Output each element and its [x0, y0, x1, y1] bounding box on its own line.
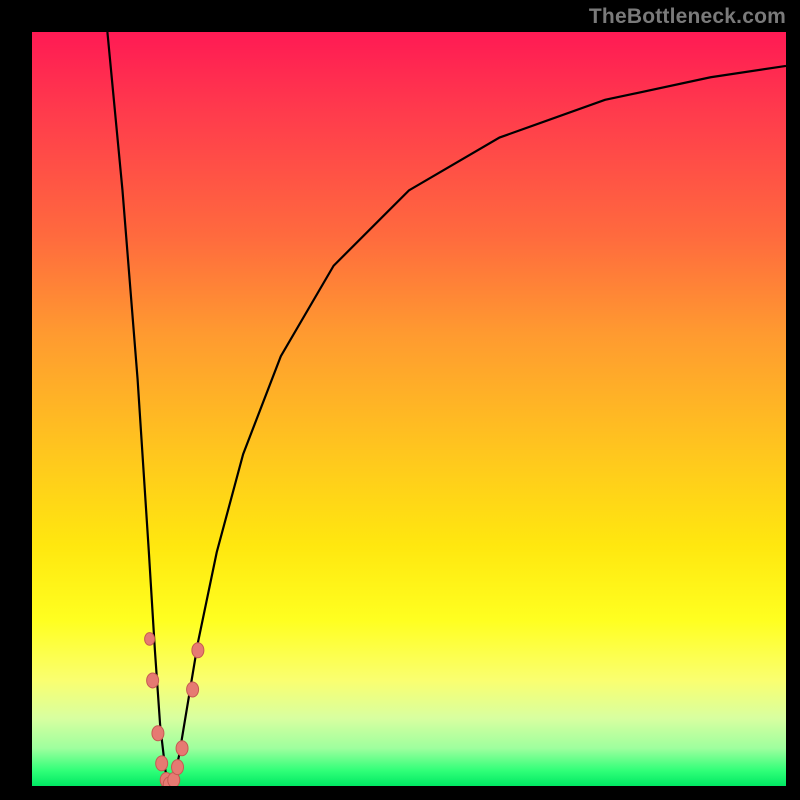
- data-points-group: [145, 633, 204, 786]
- data-point: [147, 673, 159, 688]
- data-point: [176, 741, 188, 756]
- data-point: [156, 756, 168, 771]
- curve-layer: [32, 32, 786, 786]
- bottleneck-curve: [107, 32, 786, 786]
- data-point: [187, 682, 199, 697]
- data-point: [145, 633, 155, 646]
- data-point: [172, 760, 184, 775]
- data-point: [192, 643, 204, 658]
- watermark-text: TheBottleneck.com: [589, 5, 786, 29]
- data-point: [152, 726, 164, 741]
- chart-container: TheBottleneck.com: [0, 0, 800, 800]
- plot-area: [32, 32, 786, 786]
